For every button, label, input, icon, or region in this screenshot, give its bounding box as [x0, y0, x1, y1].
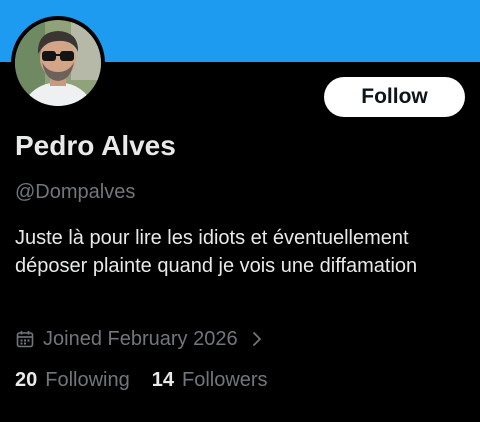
following-count: 20 — [15, 369, 38, 391]
joined-date-label: Joined February 2026 — [43, 327, 238, 350]
avatar-ring — [11, 16, 105, 110]
following-link[interactable]: 20 Following — [15, 369, 130, 392]
joined-date-row[interactable]: Joined February 2026 — [15, 326, 264, 352]
chevron-right-icon — [250, 330, 264, 348]
follow-stats: 20 Following 14 Followers — [15, 369, 268, 392]
avatar[interactable] — [15, 20, 101, 106]
following-label: Following — [45, 369, 130, 391]
followers-count: 14 — [151, 369, 174, 391]
follow-button[interactable]: Follow — [324, 77, 465, 117]
profile-name: Pedro Alves — [15, 130, 176, 161]
calendar-icon — [15, 329, 35, 349]
profile-bio: Juste là pour lire les idiots et éventue… — [15, 227, 418, 277]
profile-handle: @Dompalves — [15, 181, 136, 203]
followers-link[interactable]: 14 Followers — [152, 369, 268, 392]
followers-label: Followers — [181, 369, 268, 391]
